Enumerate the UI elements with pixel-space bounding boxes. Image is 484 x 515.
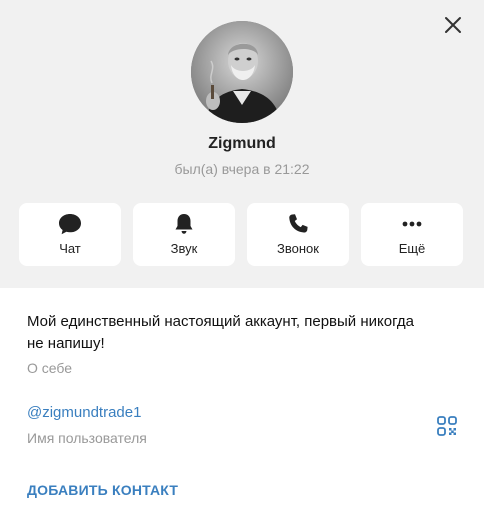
avatar[interactable] — [191, 21, 293, 123]
profile-name: Zigmund — [208, 135, 276, 152]
call-button-label: Звонок — [277, 241, 319, 256]
profile-header: Zigmund был(а) вчера в 21:22 Чат Звук Зв… — [0, 0, 484, 288]
chat-icon — [59, 214, 81, 235]
sound-button-label: Звук — [170, 241, 198, 256]
chat-button-label: Чат — [59, 241, 81, 256]
qr-code-icon[interactable] — [436, 415, 458, 437]
username-caption: Имя пользователя — [27, 430, 147, 446]
chat-button[interactable]: Чат — [19, 203, 121, 266]
bio-text: Мой единственный настоящий аккаунт, перв… — [27, 313, 414, 352]
more-button-label: Ещё — [398, 241, 426, 256]
phone-icon — [289, 214, 308, 233]
more-button[interactable]: Ещё — [361, 203, 463, 266]
username-link[interactable]: @zigmundtrade1 — [27, 404, 141, 421]
last-seen-status: был(а) вчера в 21:22 — [174, 161, 310, 177]
bio-caption: О себе — [27, 360, 73, 376]
more-icon — [402, 221, 422, 227]
sound-button[interactable]: Звук — [133, 203, 235, 266]
bell-icon — [175, 214, 193, 234]
add-contact-button[interactable]: ДОБАВИТЬ КОНТАКТ — [27, 482, 178, 498]
call-button[interactable]: Звонок — [247, 203, 349, 266]
close-icon[interactable] — [440, 12, 466, 38]
